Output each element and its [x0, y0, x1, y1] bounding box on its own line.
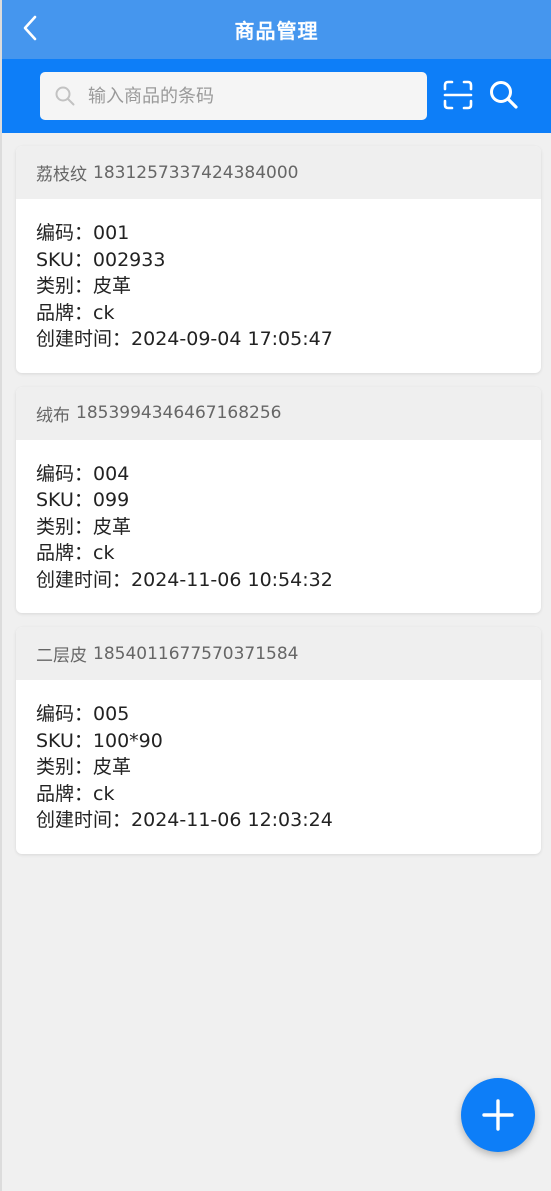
brand-value: ck: [93, 542, 115, 564]
brand-row: 品牌：ck: [36, 300, 521, 327]
created-row: 创建时间：2024-11-06 12:03:24: [36, 807, 521, 834]
sku-label: SKU：: [36, 248, 93, 271]
code-row: 编码：004: [36, 461, 521, 488]
category-row: 类别：皮革: [36, 754, 521, 781]
brand-row: 品牌：ck: [36, 781, 521, 808]
created-value: 2024-11-06 10:54:32: [131, 568, 333, 591]
code-value: 001: [93, 222, 130, 244]
sku-value: 002933: [92, 248, 166, 271]
code-row: 编码：001: [36, 220, 521, 247]
plus-icon: [482, 1099, 514, 1131]
category-row: 类别：皮革: [36, 514, 521, 541]
category-row: 类别：皮革: [36, 273, 521, 300]
code-value: 004: [93, 462, 130, 485]
product-card-body: 编码：004 SKU：099 类别：皮革 品牌：ck 创建时间：2024-11-…: [16, 440, 541, 614]
code-value: 005: [93, 703, 130, 725]
created-row: 创建时间：2024-09-04 17:05:47: [36, 326, 521, 353]
code-row: 编码：005: [36, 701, 521, 728]
brand-label: 品牌：: [36, 301, 94, 324]
product-name: 荔枝纹: [36, 165, 87, 185]
product-card[interactable]: 荔枝纹 1831257337424384000 编码：001 SKU：002933…: [16, 146, 541, 373]
product-barcode: 1831257337424384000: [93, 162, 299, 183]
scan-icon[interactable]: [442, 79, 474, 111]
sku-value: 099: [92, 489, 130, 511]
product-name: 二层皮: [36, 646, 87, 666]
product-card[interactable]: 二层皮 1854011677570371584 编码：005 SKU：100*90…: [16, 627, 541, 854]
search-box[interactable]: [40, 72, 427, 120]
navbar: 商品管理: [2, 0, 551, 59]
brand-label: 品牌：: [36, 542, 94, 564]
brand-label: 品牌：: [36, 782, 94, 805]
created-label: 创建时间：: [36, 568, 132, 591]
add-product-button[interactable]: [461, 1078, 535, 1152]
sku-row: SKU：100*90: [36, 728, 521, 755]
page: 商品管理 荔枝纹 1831257337424384000: [0, 0, 551, 1191]
sku-row: SKU：099: [36, 487, 521, 514]
category-value: 皮革: [93, 756, 132, 778]
category-label: 类别：: [36, 515, 94, 538]
product-card-header: 荔枝纹 1831257337424384000: [16, 146, 541, 199]
search-button[interactable]: [488, 79, 520, 111]
search-input[interactable]: [88, 85, 408, 107]
sku-label: SKU：: [36, 729, 93, 752]
back-button[interactable]: [18, 14, 42, 42]
code-label: 编码：: [36, 462, 94, 485]
product-name: 绒布: [36, 405, 70, 426]
created-label: 创建时间：: [36, 809, 132, 831]
category-label: 类别：: [36, 756, 94, 778]
product-card-body: 编码：005 SKU：100*90 类别：皮革 品牌：ck 创建时间：2024-…: [16, 680, 541, 854]
product-barcode: 1854011677570371584: [93, 643, 299, 664]
code-label: 编码：: [36, 703, 94, 725]
brand-row: 品牌：ck: [36, 540, 521, 567]
chevron-left-icon: [23, 15, 37, 41]
brand-value: ck: [93, 301, 115, 324]
sku-row: SKU：002933: [36, 247, 521, 274]
created-row: 创建时间：2024-11-06 10:54:32: [36, 567, 521, 594]
product-card-header: 二层皮 1854011677570371584: [16, 627, 541, 680]
category-value: 皮革: [93, 515, 132, 538]
sku-value: 100*90: [92, 729, 163, 752]
product-card-header: 绒布 1853994346467168256: [16, 386, 541, 440]
product-card[interactable]: 绒布 1853994346467168256 编码：004 SKU：099 类别：…: [16, 386, 541, 614]
category-label: 类别：: [36, 275, 94, 297]
created-label: 创建时间：: [36, 328, 132, 350]
category-value: 皮革: [93, 275, 132, 297]
brand-value: ck: [93, 782, 115, 805]
sku-label: SKU：: [36, 489, 93, 511]
code-label: 编码：: [36, 222, 94, 244]
search-icon: [55, 86, 75, 106]
product-barcode: 1853994346467168256: [76, 403, 282, 423]
page-title: 商品管理: [234, 19, 319, 43]
created-value: 2024-11-06 12:03:24: [131, 809, 333, 831]
product-list: 荔枝纹 1831257337424384000 编码：001 SKU：002933…: [16, 146, 541, 868]
created-value: 2024-09-04 17:05:47: [131, 328, 333, 350]
search-bar: [2, 59, 551, 133]
product-card-body: 编码：001 SKU：002933 类别：皮革 品牌：ck 创建时间：2024-…: [16, 199, 541, 373]
